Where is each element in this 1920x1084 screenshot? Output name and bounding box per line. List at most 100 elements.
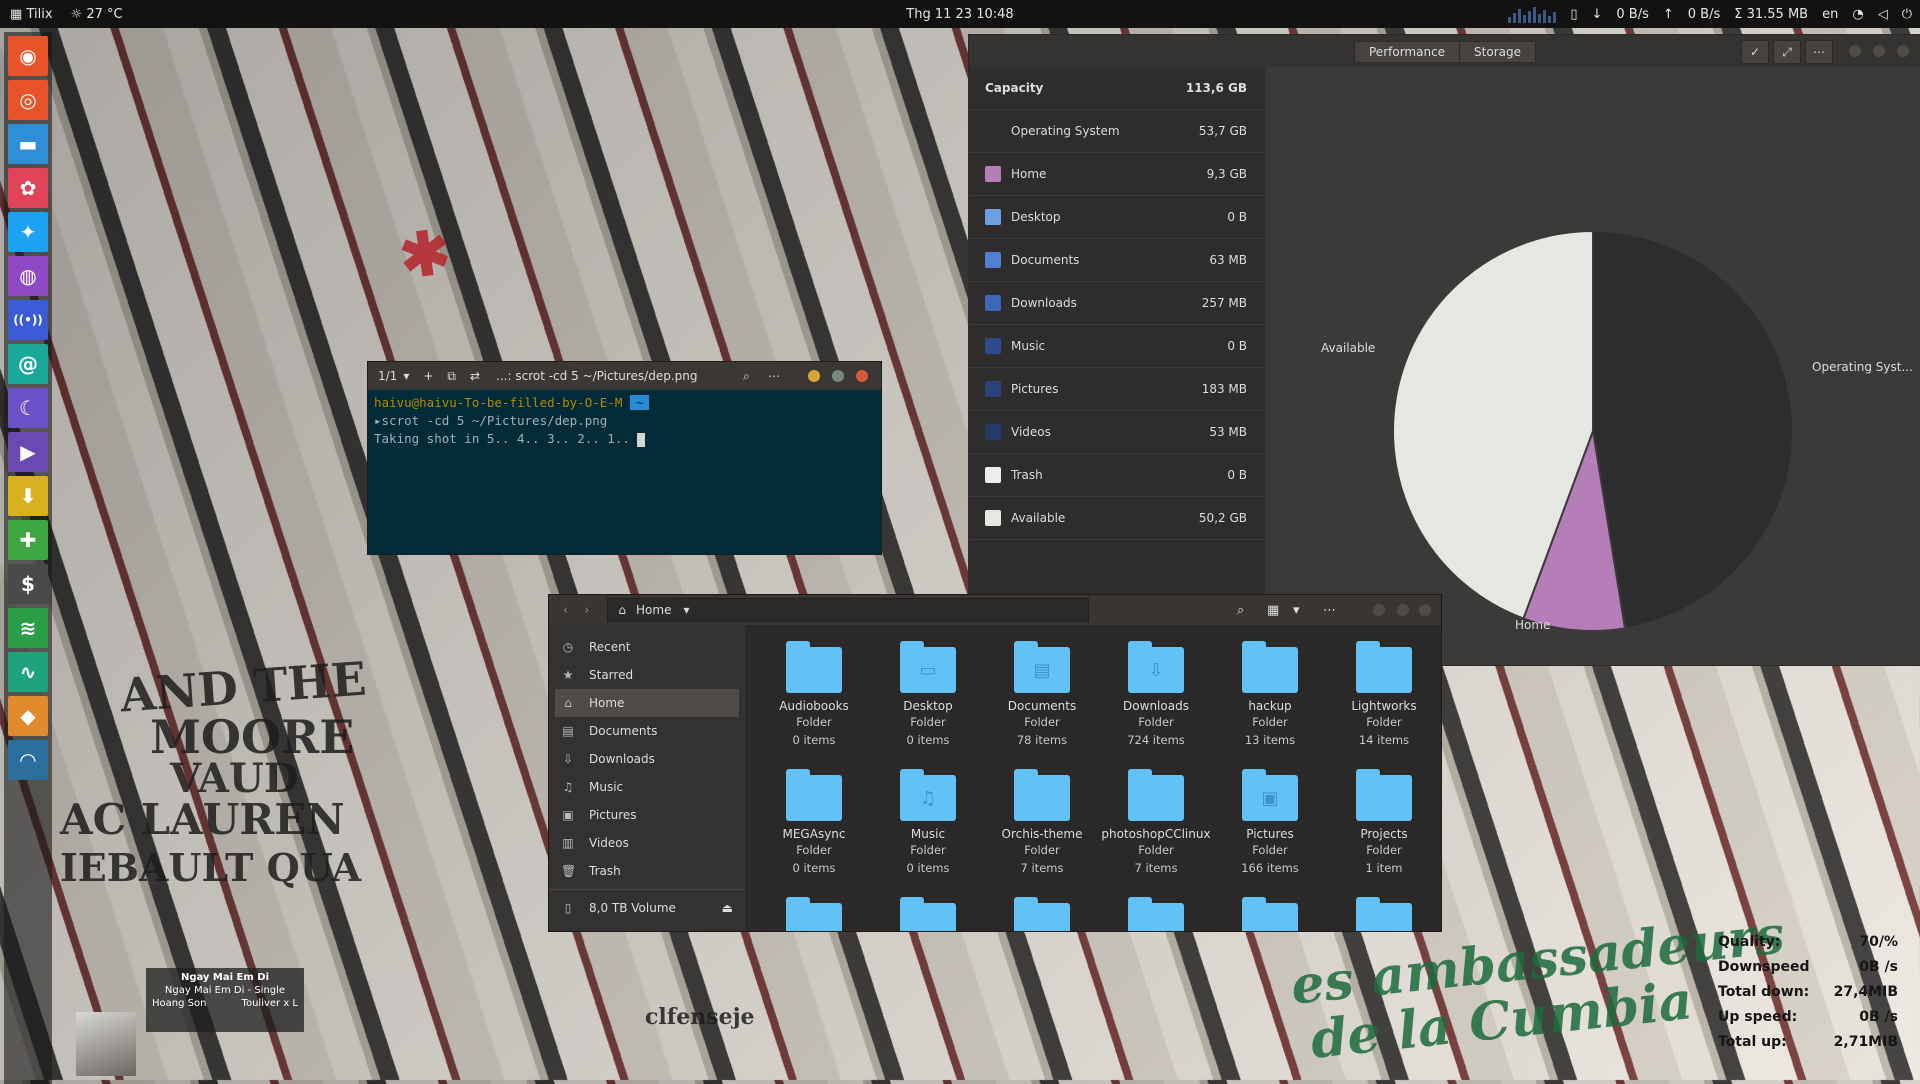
- sync-input-icon[interactable]: ⇄: [470, 369, 480, 383]
- folder-item[interactable]: MEGAsync Folder 0 items: [759, 769, 869, 877]
- folder-item[interactable]: Audiobooks Folder 0 items: [759, 641, 869, 749]
- folder-item-partial[interactable]: [1329, 897, 1439, 931]
- pineapple-icon[interactable]: ◆: [8, 696, 48, 736]
- storage-row[interactable]: Videos 53 MB: [969, 411, 1265, 454]
- radio-icon[interactable]: ((•)): [8, 300, 48, 340]
- folder-item-partial[interactable]: [873, 897, 983, 931]
- sidebar-item-starred[interactable]: ★ Starred: [549, 661, 745, 689]
- terminal-dollar-icon[interactable]: $: [8, 564, 48, 604]
- power-icon[interactable]: ⏻: [1902, 7, 1912, 22]
- close-button[interactable]: [1419, 604, 1431, 616]
- app-menu[interactable]: ▦ Tilix: [10, 7, 53, 22]
- mail-icon[interactable]: @: [8, 344, 48, 384]
- weather-indicator[interactable]: ☼ 27 °C: [71, 7, 123, 22]
- podcast-icon[interactable]: ◍: [8, 256, 48, 296]
- tab-storage[interactable]: Storage: [1460, 41, 1536, 63]
- folder-item[interactable]: ▭ Desktop Folder 0 items: [873, 641, 983, 749]
- storage-row[interactable]: Downloads 257 MB: [969, 282, 1265, 325]
- storage-row-size: 50,2 GB: [1198, 511, 1247, 525]
- terminal-window[interactable]: 1/1 ▾ + ⧉ ⇄ ...: scrot -cd 5 ~/Pictures/…: [367, 361, 882, 555]
- expand-icon[interactable]: ⤢: [1773, 40, 1801, 64]
- download-icon[interactable]: ⬇: [8, 476, 48, 516]
- folder-item[interactable]: hackup Folder 13 items: [1215, 641, 1325, 749]
- wave-icon[interactable]: ☾: [8, 388, 48, 428]
- more-icon[interactable]: ⋯: [1805, 40, 1833, 64]
- maximize-button[interactable]: [1873, 45, 1885, 57]
- music-widget[interactable]: Ngay Mai Em Di Ngay Mai Em Di - Single H…: [146, 968, 304, 1032]
- folder-item[interactable]: Orchis-theme Folder 7 items: [987, 769, 1097, 877]
- folder-item[interactable]: Projects Folder 1 item: [1329, 769, 1439, 877]
- pie-slice-operating-system[interactable]: [1592, 229, 1794, 630]
- tab-performance[interactable]: Performance: [1354, 41, 1461, 63]
- folder-count: 1 item: [1365, 861, 1403, 875]
- folder-item[interactable]: ⇩ Downloads Folder 724 items: [1101, 641, 1211, 749]
- storage-row[interactable]: Operating System 53,7 GB: [969, 110, 1265, 153]
- search-icon[interactable]: ⌕: [743, 369, 750, 384]
- gamepad-icon[interactable]: ✚: [8, 520, 48, 560]
- terminal-output[interactable]: haivu@haivu-To-be-filled-by-O-E-M ~ ▸scr…: [368, 390, 881, 452]
- wifi-icon[interactable]: ◔: [1852, 7, 1863, 22]
- volume-icon[interactable]: ◁: [1878, 7, 1888, 22]
- chevron-down-icon[interactable]: ▾: [403, 369, 409, 383]
- grid-view-icon[interactable]: ▦: [1267, 603, 1279, 618]
- activity-icon[interactable]: ∿: [8, 652, 48, 692]
- sidebar-item-home[interactable]: ⌂ Home: [555, 689, 739, 717]
- folder-item[interactable]: ♫ Music Folder 0 items: [873, 769, 983, 877]
- storage-row[interactable]: Trash 0 B: [969, 454, 1265, 497]
- storage-row[interactable]: Desktop 0 B: [969, 196, 1265, 239]
- chevron-down-icon[interactable]: ▾: [1293, 603, 1300, 618]
- minimize-button[interactable]: [1373, 604, 1385, 616]
- storage-row[interactable]: Home 9,3 GB: [969, 153, 1265, 196]
- new-session-icon[interactable]: ⧉: [447, 369, 456, 384]
- session-counter[interactable]: 1/1: [378, 369, 397, 383]
- chevron-down-icon[interactable]: ▾: [683, 603, 689, 617]
- close-button[interactable]: [856, 370, 868, 382]
- pinwheel-icon[interactable]: ✿: [8, 168, 48, 208]
- sidebar-item-pictures[interactable]: ▣ Pictures: [549, 801, 745, 829]
- folder-item[interactable]: Lightworks Folder 14 items: [1329, 641, 1439, 749]
- storage-row[interactable]: Music 0 B: [969, 325, 1265, 368]
- folder-item-partial[interactable]: [987, 897, 1097, 931]
- sidebar-item-music[interactable]: ♫ Music: [549, 773, 745, 801]
- sidebar-item-volume[interactable]: ▯ 8,0 TB Volume ⏏: [549, 894, 745, 922]
- folder-item-partial[interactable]: [1101, 897, 1211, 931]
- sidebar-item-documents[interactable]: ▤ Documents: [549, 717, 745, 745]
- ubuntu-icon[interactable]: ◉: [8, 36, 48, 76]
- system-monitor-graph[interactable]: [1508, 5, 1557, 23]
- maximize-button[interactable]: [1397, 604, 1409, 616]
- files-icon[interactable]: ▬: [8, 124, 48, 164]
- prompt-user: haivu@haivu-To-be-filled-by-O-E-M: [374, 395, 623, 410]
- folder-item[interactable]: ▤ Documents Folder 78 items: [987, 641, 1097, 749]
- minimize-button[interactable]: [1849, 45, 1861, 57]
- folder-item[interactable]: ▣ Pictures Folder 166 items: [1215, 769, 1325, 877]
- forward-icon[interactable]: ›: [584, 603, 589, 618]
- close-button[interactable]: [1897, 45, 1909, 57]
- minimize-button[interactable]: [808, 370, 820, 382]
- language-indicator[interactable]: en: [1822, 7, 1838, 22]
- folder-item[interactable]: photoshopCClinux Folder 7 items: [1101, 769, 1211, 877]
- clipboard-icon[interactable]: ▯: [1570, 7, 1577, 22]
- twitter-icon[interactable]: ✦: [8, 212, 48, 252]
- folder-item-partial[interactable]: [1215, 897, 1325, 931]
- maximize-button[interactable]: [832, 370, 844, 382]
- storage-row[interactable]: Pictures 183 MB: [969, 368, 1265, 411]
- add-terminal-icon[interactable]: +: [423, 369, 433, 383]
- spotify-icon[interactable]: ≋: [8, 608, 48, 648]
- more-icon[interactable]: ⋯: [1323, 603, 1336, 618]
- location-bar[interactable]: ⌂ Home ▾: [607, 598, 1090, 622]
- sidebar-item-trash[interactable]: 🗑 Trash: [549, 857, 745, 885]
- more-icon[interactable]: ⋯: [768, 369, 780, 383]
- sidebar-item-videos[interactable]: ▥ Videos: [549, 829, 745, 857]
- folder-item-partial[interactable]: [759, 897, 869, 931]
- sidebar-item-recent[interactable]: ◷ Recent: [549, 633, 745, 661]
- player-icon[interactable]: ▶: [8, 432, 48, 472]
- storage-row[interactable]: Available 50,2 GB: [969, 497, 1265, 540]
- search-icon[interactable]: ⌕: [1237, 603, 1244, 618]
- eject-icon[interactable]: ⏏: [722, 901, 733, 915]
- sidebar-item-downloads[interactable]: ⇩ Downloads: [549, 745, 745, 773]
- storage-row[interactable]: Documents 63 MB: [969, 239, 1265, 282]
- chrome-icon[interactable]: ◎: [8, 80, 48, 120]
- speedometer-icon[interactable]: ◠: [8, 740, 48, 780]
- check-icon[interactable]: ✓: [1741, 40, 1769, 64]
- back-icon[interactable]: ‹: [563, 603, 568, 618]
